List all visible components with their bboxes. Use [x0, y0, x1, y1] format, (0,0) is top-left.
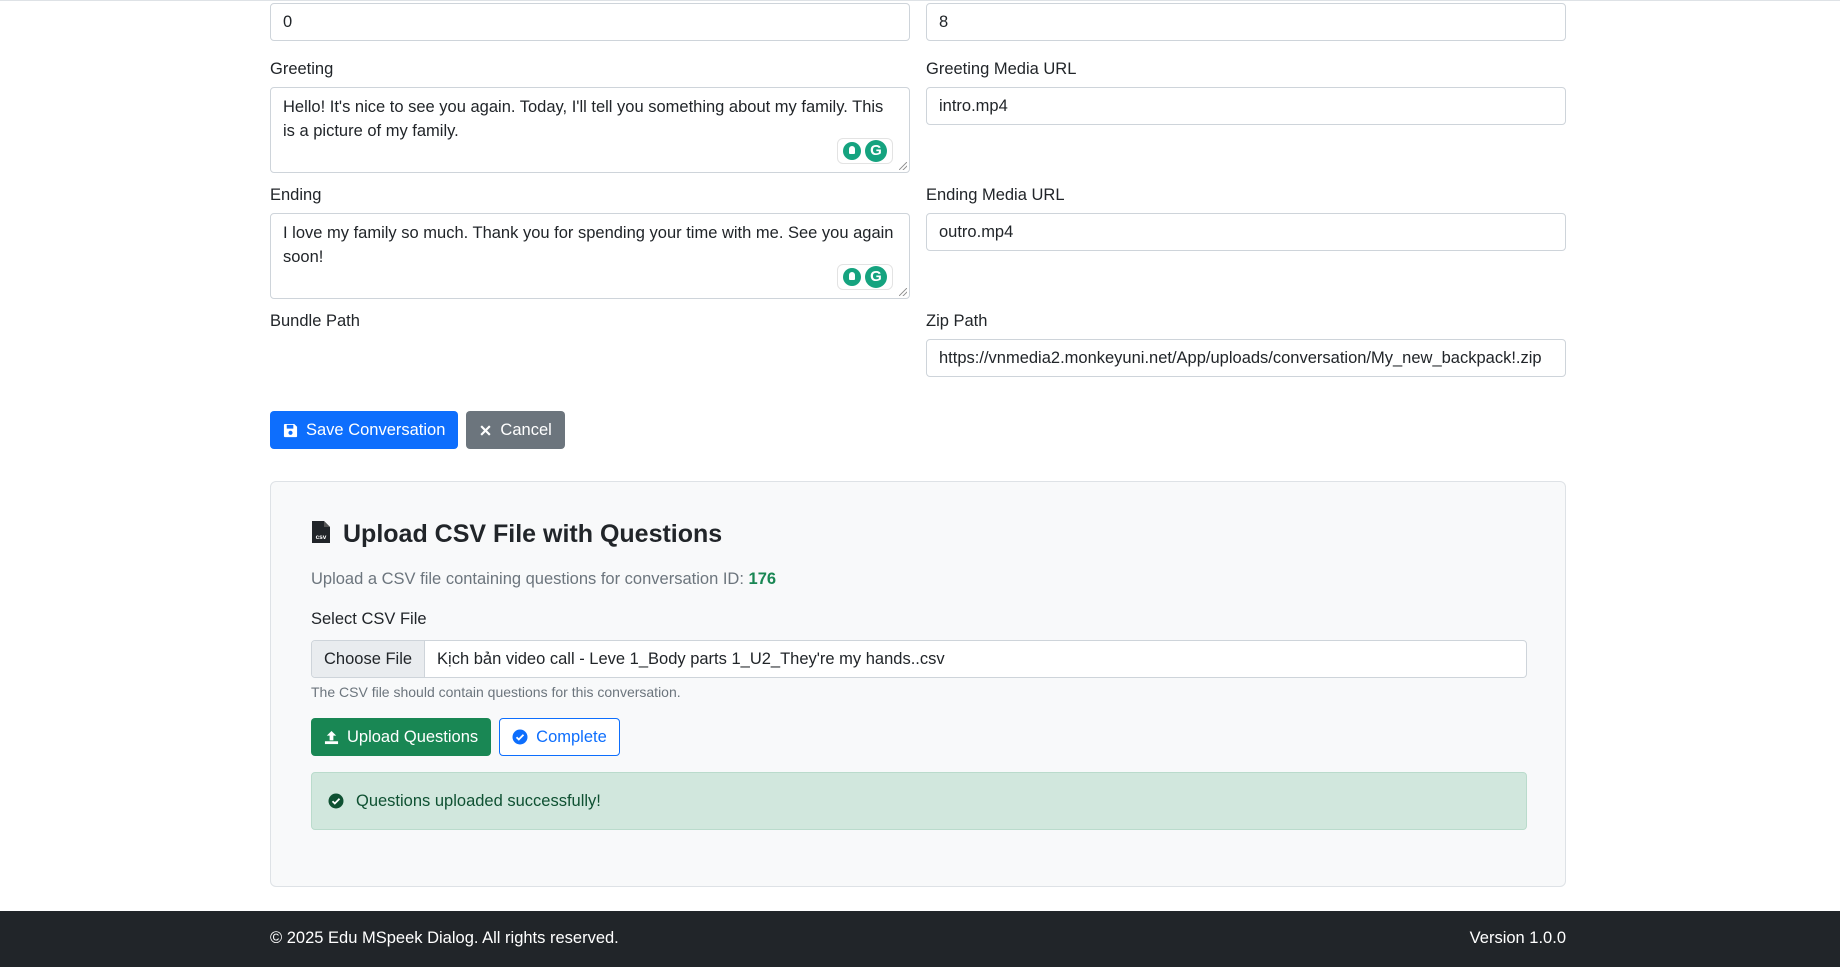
- close-icon: [479, 424, 492, 437]
- success-alert-text: Questions uploaded successfully!: [356, 791, 601, 810]
- form-actions: Save Conversation Cancel: [270, 411, 1566, 449]
- upload-actions: Upload Questions Complete: [311, 718, 620, 756]
- upload-icon: [324, 730, 339, 745]
- upload-description: Upload a CSV file containing questions f…: [311, 570, 776, 589]
- greeting-textarea[interactable]: Hello! It's nice to see you again. Today…: [270, 87, 910, 173]
- upload-description-text: Upload a CSV file containing questions f…: [311, 570, 744, 588]
- grammarly-widget[interactable]: G: [837, 138, 893, 164]
- lightbulb-icon[interactable]: [843, 268, 861, 286]
- check-circle-icon: [328, 793, 344, 809]
- footer-copyright: © 2025 Edu MSpeek Dialog. All rights res…: [270, 929, 619, 947]
- csv-file-input[interactable]: Choose File Kịch bản video call - Leve 1…: [311, 640, 1527, 678]
- cancel-label: Cancel: [500, 420, 552, 439]
- grammarly-widget[interactable]: G: [837, 264, 893, 290]
- form-row-paths: Bundle Path Zip Path https://vnmedia2.mo…: [270, 311, 1566, 377]
- conversation-id: 176: [748, 570, 777, 588]
- number-field-left[interactable]: 0: [270, 3, 910, 41]
- success-alert: Questions uploaded successfully!: [311, 772, 1527, 830]
- floppy-disk-icon: [283, 423, 298, 438]
- ending-text: I love my family so much. Thank you for …: [283, 224, 894, 266]
- zip-path-label: Zip Path: [926, 312, 988, 330]
- ending-media-label: Ending Media URL: [926, 186, 1065, 204]
- resize-handle[interactable]: [899, 288, 907, 296]
- greeting-label: Greeting: [270, 60, 334, 78]
- selected-file-name: Kịch bản video call - Leve 1_Body parts …: [437, 650, 945, 668]
- top-divider: [0, 0, 1840, 1]
- number-field-right[interactable]: 8: [926, 3, 1566, 41]
- save-conversation-button[interactable]: Save Conversation: [270, 411, 459, 449]
- grammarly-icon[interactable]: G: [865, 140, 887, 162]
- svg-text:csv: csv: [316, 534, 327, 541]
- footer: © 2025 Edu MSpeek Dialog. All rights res…: [0, 911, 1840, 967]
- zip-path-input[interactable]: https://vnmedia2.monkeyuni.net/App/uploa…: [926, 339, 1566, 377]
- footer-version: Version 1.0.0: [1469, 929, 1566, 947]
- csv-help-text: The CSV file should contain questions fo…: [311, 684, 681, 700]
- cancel-button[interactable]: Cancel: [466, 411, 565, 449]
- form-row-greeting: Greeting Hello! It's nice to see you aga…: [270, 59, 1566, 173]
- ending-label: Ending: [270, 186, 322, 204]
- select-csv-label: Select CSV File: [311, 610, 427, 628]
- upload-csv-card: csv Upload CSV File with Questions Uploa…: [270, 481, 1566, 887]
- greeting-text: Hello! It's nice to see you again. Today…: [283, 98, 884, 140]
- form-row-ending: Ending I love my family so much. Thank y…: [270, 185, 1566, 299]
- lightbulb-icon[interactable]: [843, 142, 861, 160]
- card-title: csv Upload CSV File with Questions: [311, 520, 722, 549]
- check-circle-icon: [512, 729, 528, 745]
- complete-button[interactable]: Complete: [499, 718, 620, 756]
- ending-textarea[interactable]: I love my family so much. Thank you for …: [270, 213, 910, 299]
- save-conversation-label: Save Conversation: [306, 420, 446, 439]
- complete-label: Complete: [536, 727, 607, 746]
- card-heading: Upload CSV File with Questions: [343, 520, 723, 548]
- resize-handle[interactable]: [899, 162, 907, 170]
- upload-questions-button[interactable]: Upload Questions: [311, 718, 492, 756]
- grammarly-icon[interactable]: G: [865, 266, 887, 288]
- upload-questions-label: Upload Questions: [347, 727, 479, 746]
- greeting-media-label: Greeting Media URL: [926, 60, 1077, 78]
- form-row-numbers: 0 8: [270, 3, 1566, 41]
- ending-media-input[interactable]: outro.mp4: [926, 213, 1566, 251]
- greeting-media-input[interactable]: intro.mp4: [926, 87, 1566, 125]
- bundle-path-label: Bundle Path: [270, 312, 360, 330]
- csv-file-icon: csv: [311, 520, 331, 549]
- choose-file-button[interactable]: Choose File: [312, 641, 426, 677]
